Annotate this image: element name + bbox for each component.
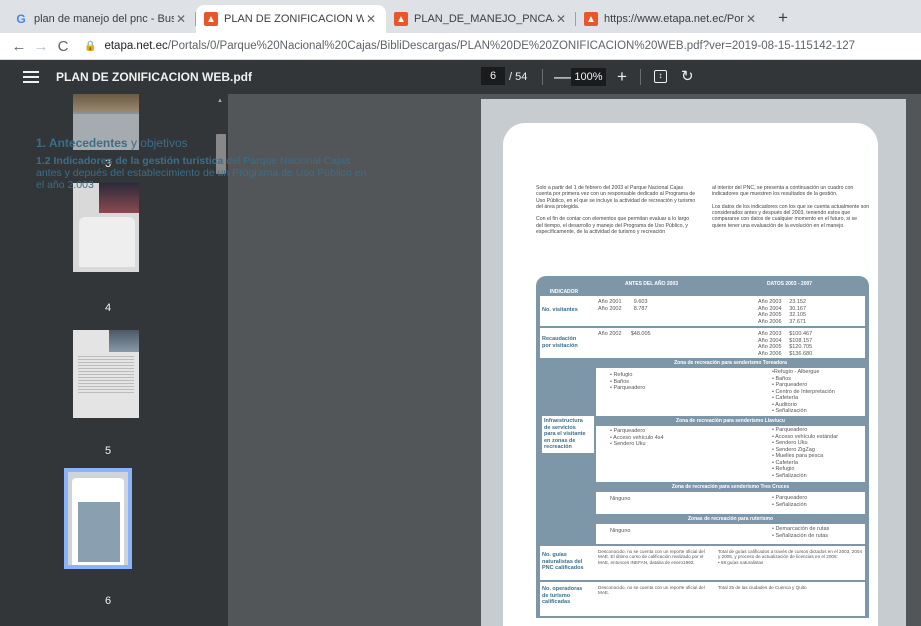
- body-column-left: Solo a partir del 1 de febrero del 2003 …: [536, 185, 696, 236]
- back-arrow-icon[interactable]: ←: [8, 38, 30, 55]
- close-tab-icon[interactable]: ✕: [744, 12, 758, 26]
- etapa-icon: ▲: [204, 12, 218, 26]
- section-subheading: 1.2 Indicadores de la gestión turística …: [36, 155, 367, 191]
- indicators-table: INDICADOR ANTES DEL AÑO 2003 DATOS 2003 …: [536, 276, 869, 618]
- close-tab-icon[interactable]: ✕: [174, 12, 188, 26]
- table-row: Ninguno • Demarcación de rutas • Señaliz…: [596, 524, 865, 544]
- table-row: No. guías naturalistas del PNC calificad…: [540, 546, 865, 580]
- table-row: No. visitantes Año 2001 9.603 Año 2002 8…: [540, 296, 865, 326]
- tab-google-search[interactable]: G plan de manejo del pnc - Buscar ✕: [6, 5, 196, 33]
- table-row: • Refugio • Baños • Parqueadero •Refugio…: [596, 368, 865, 416]
- table-row: Ninguno • Parqueadero • Señalización: [596, 492, 865, 514]
- table-row: No. operadoras de turismo calificadas De…: [540, 582, 865, 616]
- thumbnail-page-4[interactable]: [73, 183, 139, 272]
- etapa-icon: ▲: [394, 12, 408, 26]
- zoom-out-icon[interactable]: —: [554, 60, 571, 94]
- forward-arrow-icon[interactable]: →: [30, 38, 52, 55]
- table-header-before: ANTES DEL AÑO 2003: [624, 281, 679, 287]
- tab-strip: G plan de manejo del pnc - Buscar ✕ ▲ PL…: [0, 0, 921, 33]
- zone-band: Zona de recreación para senderismo Tres …: [596, 484, 865, 491]
- tab-plan-zonificacion[interactable]: ▲ PLAN DE ZONIFICACION WEB.pc ✕: [196, 5, 386, 33]
- close-tab-icon[interactable]: ✕: [554, 12, 568, 26]
- section-heading: 1. Antecedentes y objetivos: [36, 136, 188, 150]
- thumbnail-page-6[interactable]: [64, 468, 132, 569]
- zoom-in-icon[interactable]: +: [617, 60, 627, 94]
- infra-label: Infraestructura de servicios para el vis…: [542, 416, 594, 453]
- body-column-right: al interior del PNC, se presenta a conti…: [712, 185, 870, 229]
- page-number-input[interactable]: 6: [481, 67, 505, 85]
- table-row: • Parqueadero • Acceso vehículo 4x4 • Se…: [596, 426, 865, 482]
- lock-icon[interactable]: 🔒: [84, 41, 96, 52]
- google-icon: G: [16, 12, 26, 26]
- thumbnail-label: 4: [104, 302, 112, 314]
- new-tab-button[interactable]: +: [770, 5, 796, 31]
- thumbnail-label: 6: [104, 595, 112, 607]
- table-row: Recaudación por visitación Año 2002 $48.…: [540, 328, 865, 358]
- document-title: PLAN DE ZONIFICACION WEB.pdf: [56, 70, 252, 84]
- pdf-toolbar: PLAN DE ZONIFICACION WEB.pdf 6 / 54 — 10…: [0, 60, 921, 94]
- table-header-after: DATOS 2003 - 2007: [766, 281, 813, 287]
- address-bar: ← → C 🔒 etapa.net.ec/Portals/0/Parque%20…: [0, 33, 921, 60]
- url-field[interactable]: etapa.net.ec/Portals/0/Parque%20Nacional…: [104, 40, 855, 52]
- thumbnail-label: 5: [104, 445, 112, 457]
- zone-band: Zona de recreación para senderismo Torea…: [596, 360, 865, 367]
- thumbnail-page-5[interactable]: [73, 330, 139, 418]
- reload-icon[interactable]: C: [52, 38, 74, 55]
- menu-icon[interactable]: [23, 71, 39, 83]
- tab-etapa-portal[interactable]: ▲ https://www.etapa.net.ec/Portals ✕: [576, 5, 766, 33]
- page-total: / 54: [509, 71, 528, 83]
- zone-band: Zonas de recreación para ruterismo: [596, 516, 865, 523]
- close-tab-icon[interactable]: ✕: [364, 12, 378, 26]
- scroll-up-arrow-icon[interactable]: ▲: [217, 98, 223, 104]
- rotate-icon[interactable]: ↻: [681, 60, 694, 94]
- etapa-icon: ▲: [584, 12, 598, 26]
- zoom-input[interactable]: 100%: [571, 68, 606, 86]
- tab-plan-manejo[interactable]: ▲ PLAN_DE_MANEJO_PNCAJAS.pc ✕: [386, 5, 576, 33]
- fit-page-icon[interactable]: ↕: [654, 70, 667, 83]
- zone-band: Zona de recreación para senderismo Llavi…: [596, 418, 865, 425]
- table-header-indicator: INDICADOR: [549, 289, 579, 295]
